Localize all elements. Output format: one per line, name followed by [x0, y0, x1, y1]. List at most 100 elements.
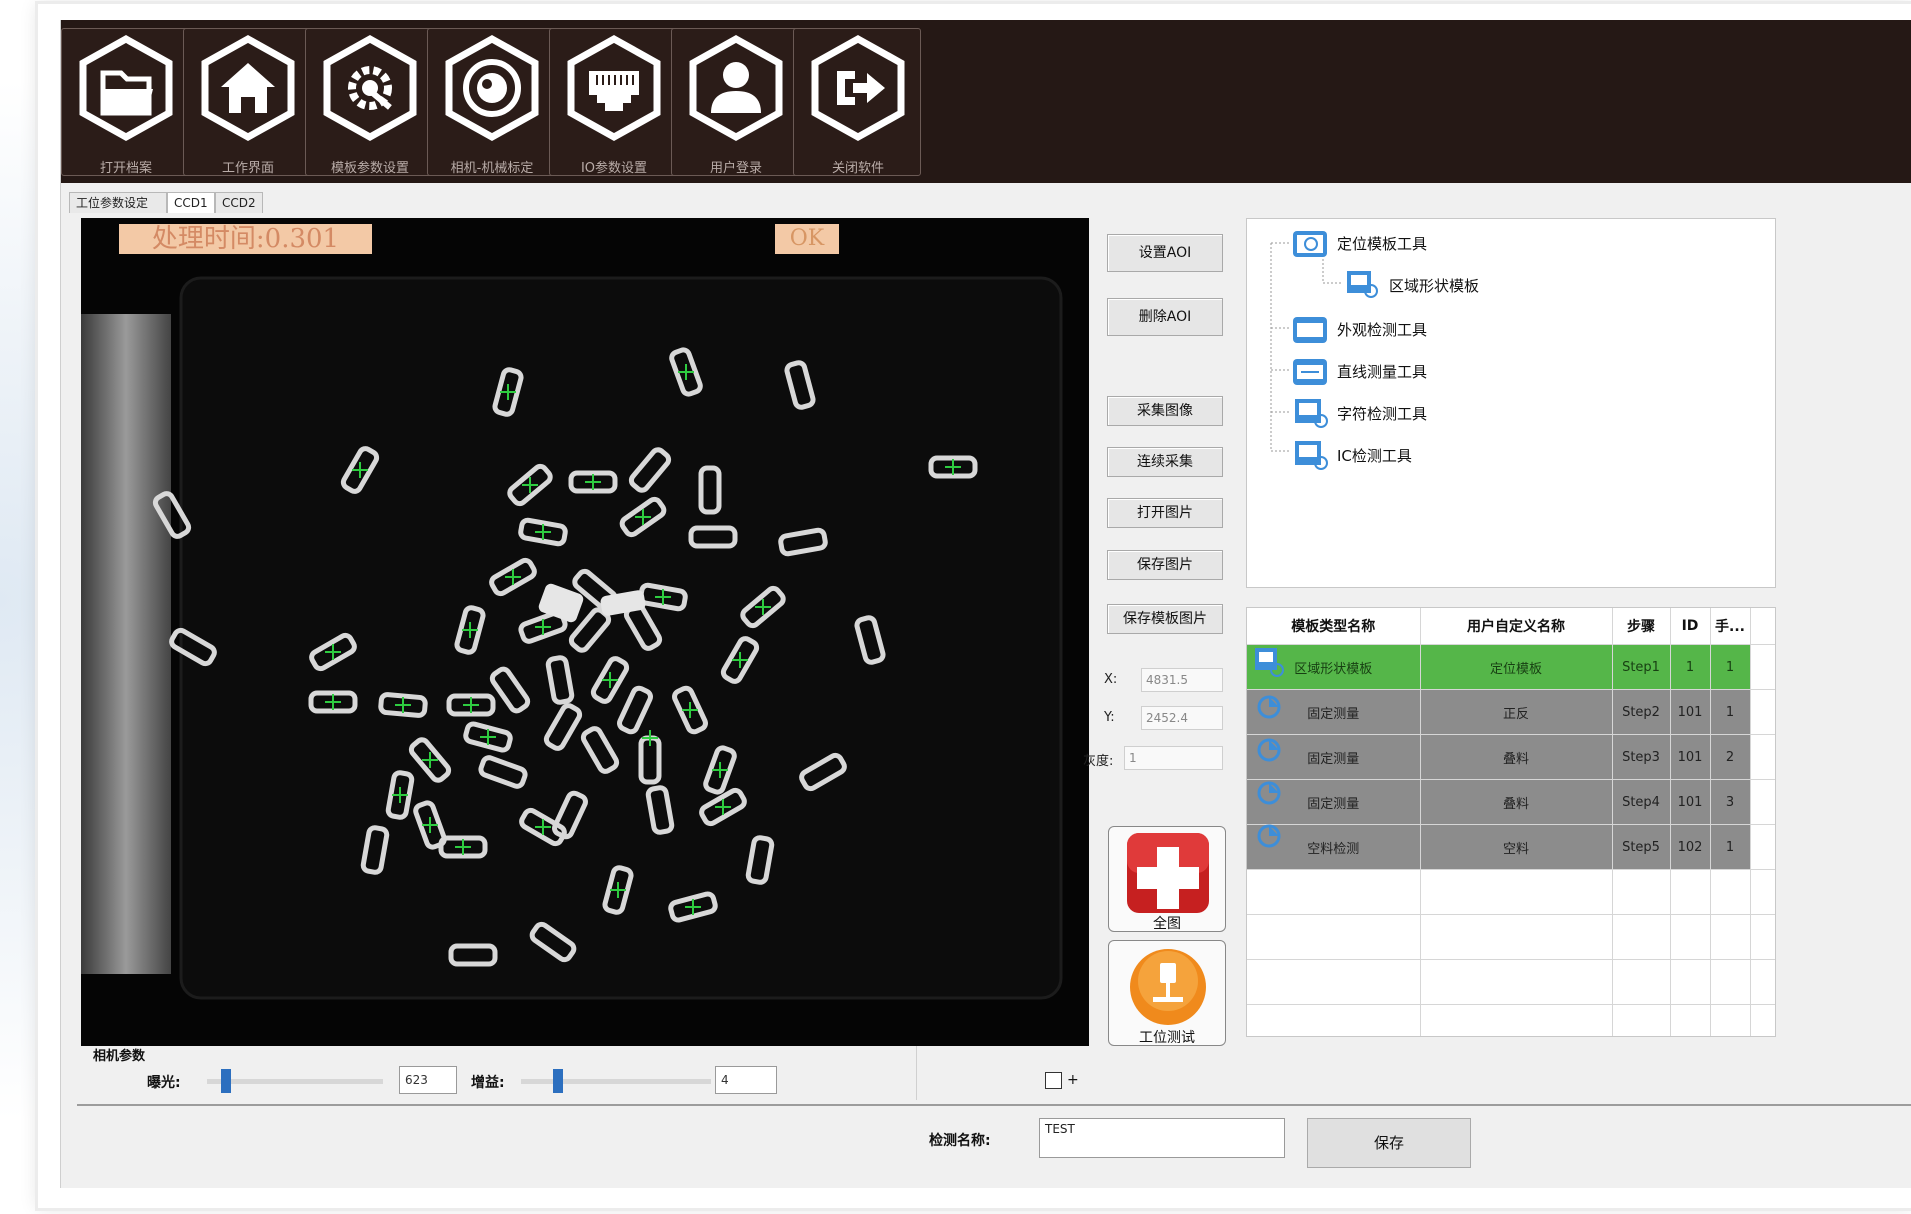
table-cell: 1: [1670, 644, 1711, 690]
col-header[interactable]: 步骤: [1612, 608, 1671, 645]
main-toolbar: 打开档案 工作界面 模板参数设置 相机-机械标定 IO参数设置 用户登录 关闭软…: [61, 20, 1911, 183]
col-header[interactable]: 手...: [1710, 608, 1751, 645]
app-window: 打开档案 工作界面 模板参数设置 相机-机械标定 IO参数设置 用户登录 关闭软…: [60, 20, 1911, 1188]
table-cell: [1750, 824, 1775, 870]
tab-ccd2[interactable]: CCD2: [215, 192, 263, 213]
locate-tool-icon: [1293, 231, 1327, 257]
divider: [916, 1046, 917, 1100]
tree-label: 区域形状模板: [1389, 277, 1480, 295]
table-cell: Step1: [1612, 644, 1671, 690]
table-cell: 3: [1710, 779, 1751, 825]
col-header-empty: [1750, 608, 1775, 645]
io-port-icon: [567, 34, 661, 142]
row-type-icons: [1255, 648, 1284, 848]
camera-image: [81, 218, 1089, 1046]
table-cell: 空料: [1420, 824, 1613, 870]
gain-input[interactable]: 4: [715, 1066, 777, 1094]
table-row[interactable]: 固定测量 叠料 Step4 101 3: [1247, 779, 1775, 825]
work-screen-button[interactable]: 工作界面: [183, 28, 311, 176]
exposure-slider-thumb[interactable]: [221, 1069, 231, 1093]
table-cell: 1: [1710, 824, 1751, 870]
table-cell: Step3: [1612, 734, 1671, 780]
detect-name-label: 检测名称:: [929, 1133, 991, 1149]
camera-lens-icon: [445, 34, 539, 142]
table-cell: 叠料: [1420, 779, 1613, 825]
table-cell: 101: [1670, 689, 1711, 735]
exposure-slider-track[interactable]: [207, 1079, 383, 1084]
col-header[interactable]: 用户自定义名称: [1420, 608, 1613, 645]
io-params-button[interactable]: IO参数设置: [549, 28, 677, 176]
table-header-row: 模板类型名称 用户自定义名称 步骤 ID 手...: [1247, 608, 1775, 645]
camera-calibration-button[interactable]: 相机-机械标定: [427, 28, 555, 176]
close-software-button[interactable]: 关闭软件: [793, 28, 921, 176]
table-cell: Step5: [1612, 824, 1671, 870]
station-test-button[interactable]: 工位测试: [1108, 940, 1226, 1046]
open-image-button[interactable]: 打开图片: [1107, 498, 1223, 528]
save-button[interactable]: 保存: [1307, 1118, 1471, 1168]
full-image-button[interactable]: 全图: [1108, 826, 1226, 932]
save-template-image-button[interactable]: 保存模板图片: [1107, 604, 1223, 634]
region-template-icon: [1347, 271, 1378, 298]
crosshair-checkbox[interactable]: [1045, 1072, 1062, 1089]
exposure-input[interactable]: 623: [399, 1066, 457, 1094]
camera-params-title: 相机参数: [93, 1049, 146, 1064]
table-row[interactable]: 固定测量 正反 Step2 101 1: [1247, 689, 1775, 735]
tree-label: 直线测量工具: [1337, 363, 1428, 381]
capture-image-button[interactable]: 采集图像: [1107, 396, 1223, 426]
table-cell: Step4: [1612, 779, 1671, 825]
col-header[interactable]: ID: [1670, 608, 1711, 645]
empty-row: [1247, 869, 1775, 915]
toolbar-label: 关闭软件: [831, 161, 884, 176]
continuous-capture-button[interactable]: 连续采集: [1107, 447, 1223, 477]
exposure-label: 曝光:: [147, 1075, 181, 1091]
table-row[interactable]: 固定测量 叠料 Step3 101 2: [1247, 734, 1775, 780]
col-header[interactable]: 模板类型名称: [1247, 608, 1421, 645]
user-login-button[interactable]: 用户登录: [671, 28, 799, 176]
tab-station-params[interactable]: 工位参数设定: [69, 192, 167, 213]
detect-name-input[interactable]: TEST: [1039, 1118, 1285, 1158]
divider: [77, 1104, 1911, 1106]
folder-icon: [79, 34, 173, 142]
gray-label: 灰度:: [1083, 754, 1114, 769]
full-image-label: 全图: [1153, 916, 1181, 932]
row-icons: [1249, 642, 1293, 856]
gray-value: 1: [1124, 746, 1223, 770]
x-value: 4831.5: [1141, 668, 1223, 692]
station-test-label: 工位测试: [1139, 1030, 1195, 1046]
ic-detect-icon: [1295, 441, 1328, 470]
char-detect-icon: [1295, 399, 1328, 428]
table-cell: 2: [1710, 734, 1751, 780]
status-badge: OK: [775, 224, 839, 254]
tree-label: 外观检测工具: [1337, 321, 1428, 339]
delete-aoi-button[interactable]: 删除AOI: [1107, 298, 1223, 336]
table-cell: 101: [1670, 779, 1711, 825]
camera-image-view[interactable]: 处理时间:0.301 OK: [81, 218, 1089, 1046]
empty-row: [1247, 1004, 1775, 1036]
home-icon: [201, 34, 295, 142]
empty-row: [1247, 959, 1775, 1005]
y-label: Y:: [1104, 710, 1115, 725]
save-image-button[interactable]: 保存图片: [1107, 550, 1223, 580]
toolbar-label: 相机-机械标定: [450, 161, 534, 176]
gain-slider-track[interactable]: [521, 1079, 711, 1084]
template-params-button[interactable]: 模板参数设置: [305, 28, 433, 176]
user-icon: [689, 34, 783, 142]
table-row[interactable]: 区域形状模板 定位模板 Step1 1 1: [1247, 644, 1775, 690]
appearance-tool-icon: [1293, 317, 1327, 343]
table-cell: 定位模板: [1420, 644, 1613, 690]
tab-ccd1[interactable]: CCD1: [167, 192, 215, 213]
table-cell: 1: [1710, 644, 1751, 690]
process-time-label: 处理时间:0.301: [119, 224, 372, 254]
table-cell: 102: [1670, 824, 1711, 870]
tree-label: 字符检测工具: [1337, 405, 1428, 423]
table-cell: 叠料: [1420, 734, 1613, 780]
line-measure-icon: [1293, 359, 1327, 385]
table-cell: 101: [1670, 734, 1711, 780]
gain-slider-thumb[interactable]: [553, 1069, 563, 1093]
table-cell: 1: [1710, 689, 1751, 735]
toolbar-label: 打开档案: [99, 161, 152, 176]
tree-label: 定位模板工具: [1337, 235, 1428, 253]
open-archive-button[interactable]: 打开档案: [61, 28, 189, 176]
table-row[interactable]: 空料检测 空料 Step5 102 1: [1247, 824, 1775, 870]
set-aoi-button[interactable]: 设置AOI: [1107, 234, 1223, 272]
